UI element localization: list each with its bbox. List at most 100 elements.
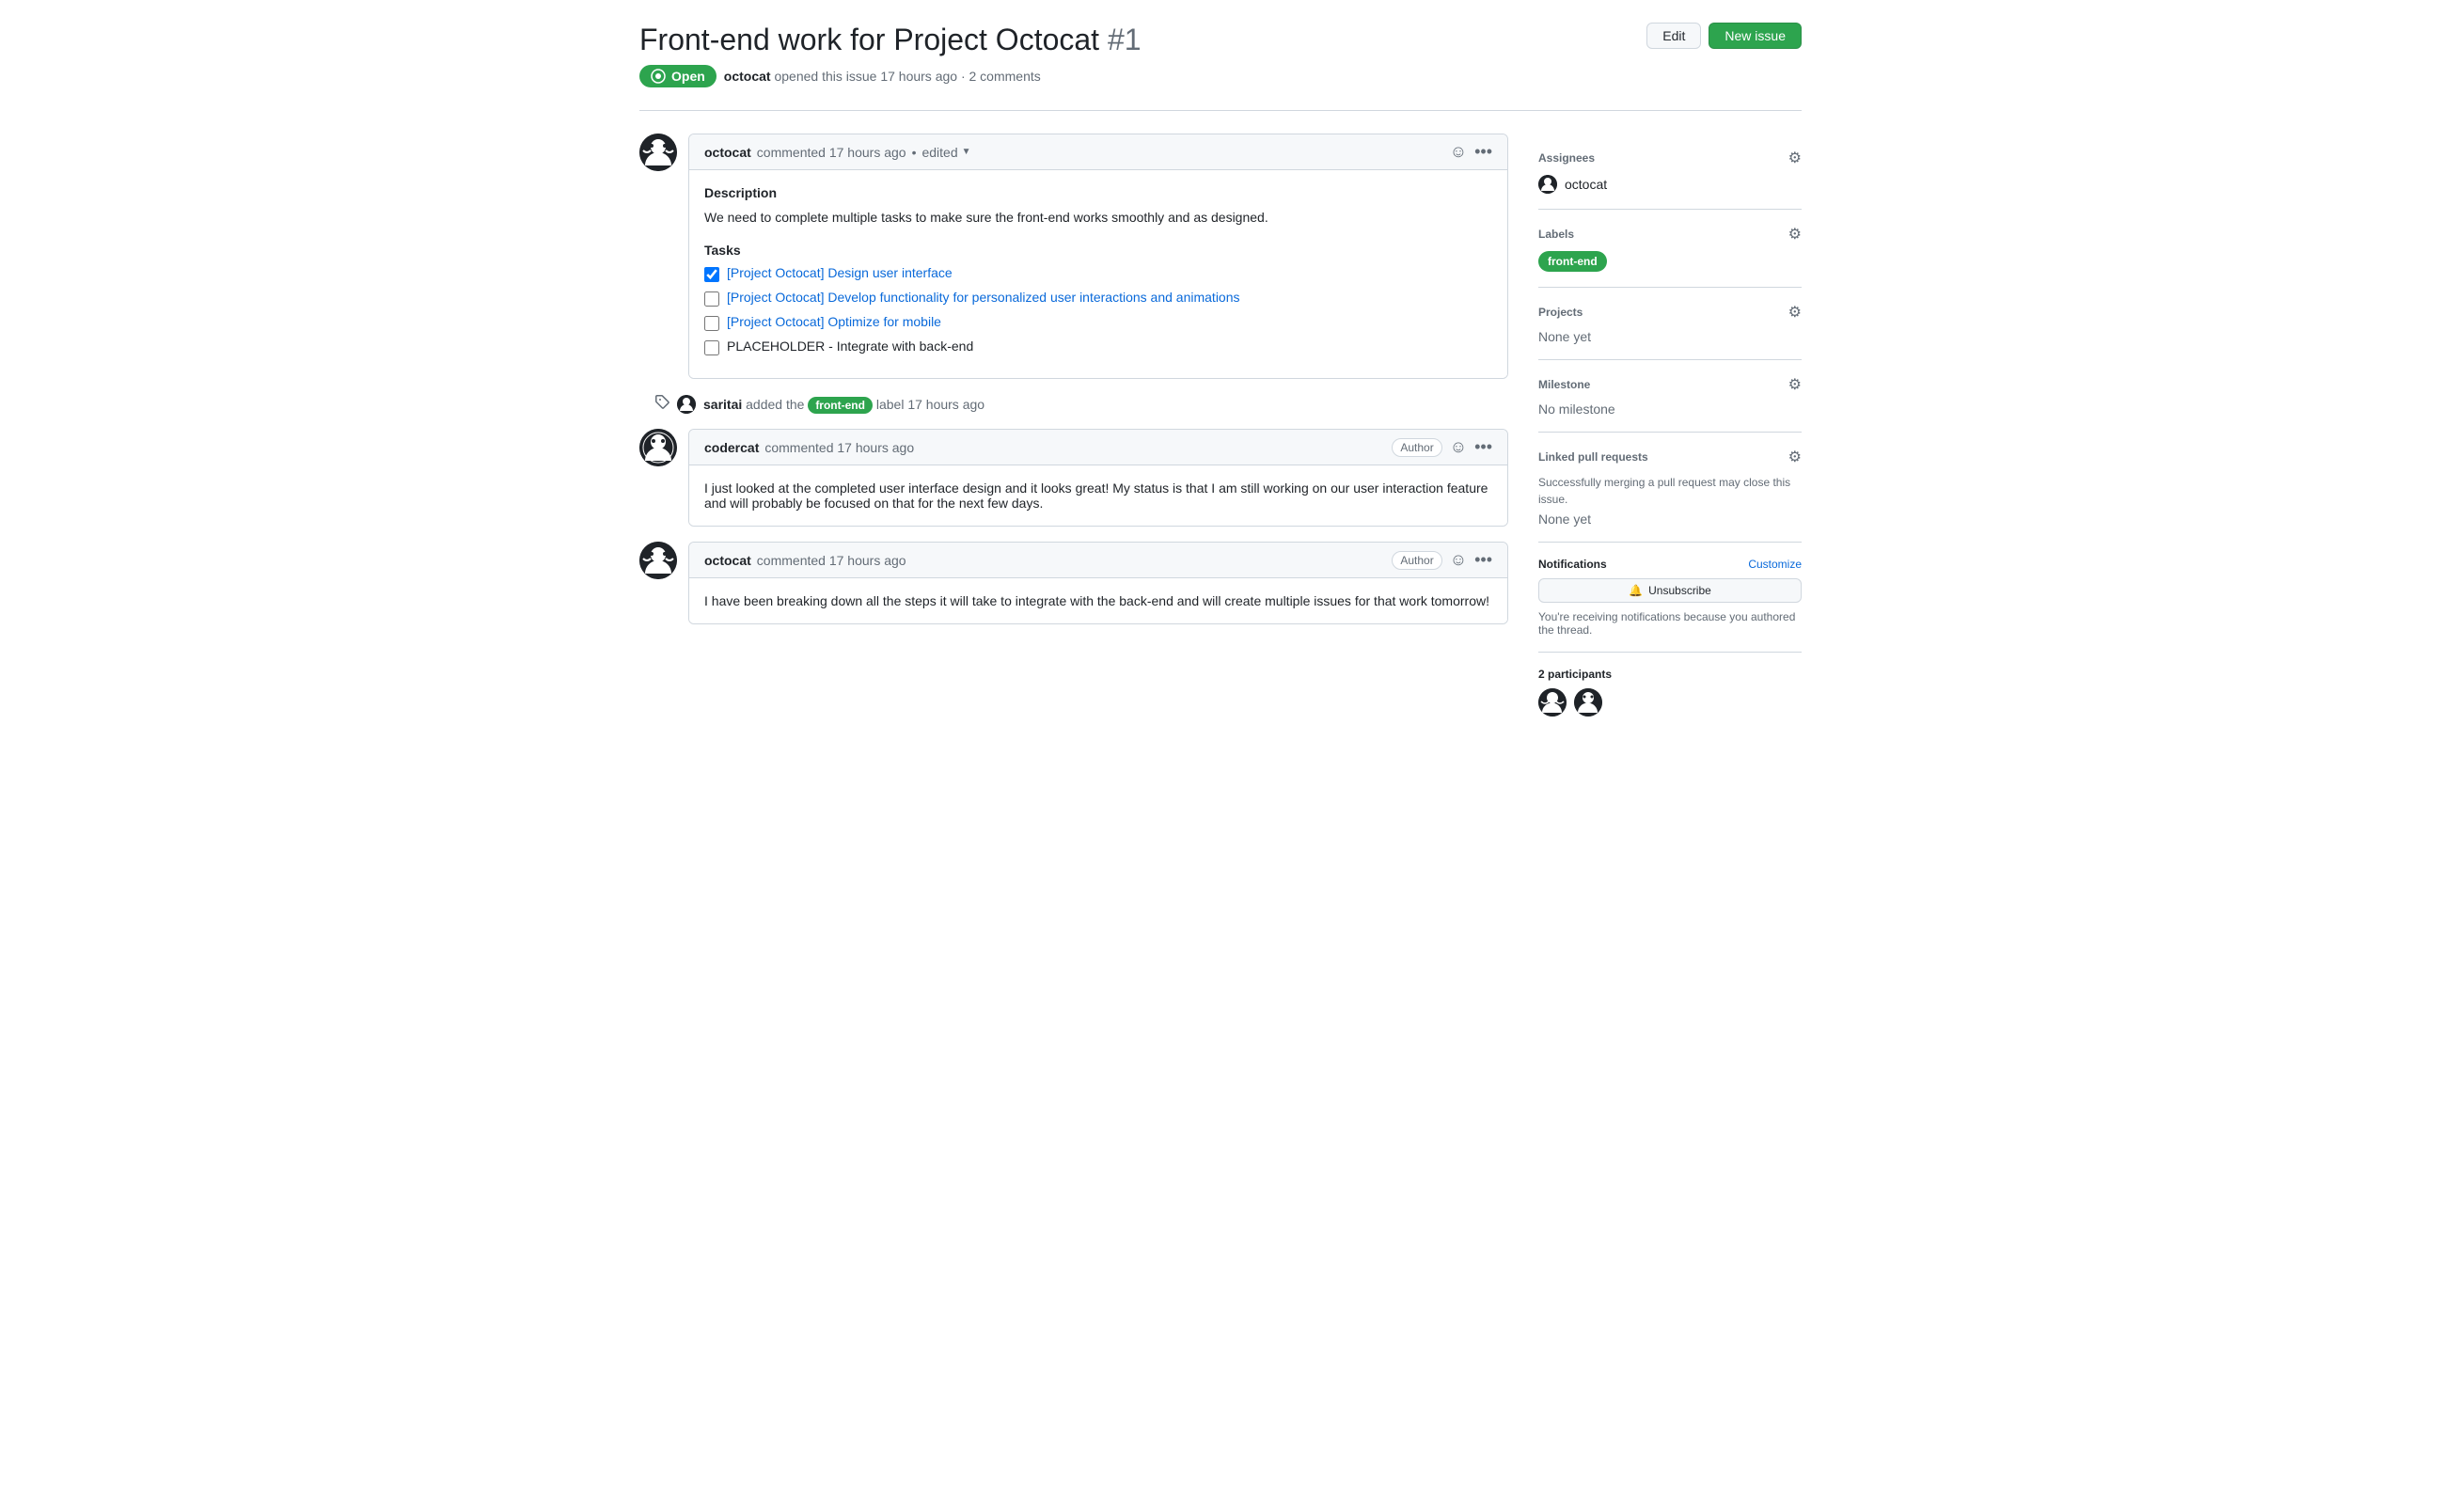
participant-avatar-2 (1574, 688, 1602, 717)
description-text: We need to complete multiple tasks to ma… (704, 208, 1492, 228)
comment-header-1: octocat commented 17 hours ago • edited … (689, 134, 1507, 170)
timeline-event: saritai added the front-end label 17 hou… (639, 394, 1508, 414)
linked-pr-value: None yet (1538, 512, 1591, 527)
linked-pr-title: Linked pull requests (1538, 450, 1648, 464)
emoji-button-2[interactable]: ☺ (1450, 437, 1467, 457)
customize-button[interactable]: Customize (1748, 558, 1802, 571)
projects-title: Projects (1538, 306, 1583, 319)
description-heading: Description (704, 185, 1492, 200)
comment-header-2: codercat commented 17 hours ago Author ☺… (689, 430, 1507, 465)
status-label: Open (671, 69, 705, 84)
more-options-button-3[interactable]: ••• (1474, 550, 1492, 570)
comment-header-left-2: codercat commented 17 hours ago (704, 440, 914, 455)
notifications-title: Notifications (1538, 558, 1607, 571)
more-options-button-2[interactable]: ••• (1474, 437, 1492, 457)
task-item-1: [Project Octocat] Design user interface (704, 265, 1492, 282)
milestone-gear-icon[interactable]: ⚙ (1788, 375, 1802, 394)
sidebar-assignees: Assignees ⚙ octocat (1538, 134, 1802, 210)
comment-author-2: codercat (704, 440, 759, 455)
comment-header-left-1: octocat commented 17 hours ago • edited … (704, 145, 971, 160)
task-item-2: [Project Octocat] Develop functionality … (704, 290, 1492, 307)
sidebar-milestone: Milestone ⚙ No milestone (1538, 360, 1802, 433)
emoji-button-1[interactable]: ☺ (1450, 142, 1467, 162)
task-checkbox-2[interactable] (704, 291, 719, 307)
comment-header-3: octocat commented 17 hours ago Author ☺ … (689, 543, 1507, 578)
comment-meta-2: commented 17 hours ago (764, 440, 914, 455)
task-checkbox-4[interactable] (704, 340, 719, 355)
comment-header-right-2: Author ☺ ••• (1392, 437, 1492, 457)
unsubscribe-label: Unsubscribe (1648, 584, 1711, 597)
sidebar-linked-prs: Linked pull requests ⚙ Successfully merg… (1538, 433, 1802, 543)
comment-body-2: I just looked at the completed user inte… (689, 465, 1507, 526)
status-badge: Open (639, 65, 717, 87)
bell-icon: 🔔 (1629, 584, 1643, 597)
comment-header-right-3: Author ☺ ••• (1392, 550, 1492, 570)
bullet-1: • (912, 145, 917, 160)
header-divider (639, 110, 1802, 111)
comment-box-2: codercat commented 17 hours ago Author ☺… (688, 429, 1508, 527)
task-checkbox-1[interactable] (704, 267, 719, 282)
comment-text-3: I have been breaking down all the steps … (704, 593, 1492, 608)
task-item-4: PLACEHOLDER - Integrate with back-end (704, 339, 1492, 355)
issue-author-name: octocat (724, 69, 771, 84)
task-link-1[interactable]: [Project Octocat] Design user interface (727, 265, 953, 280)
sidebar-milestone-header: Milestone ⚙ (1538, 375, 1802, 394)
main-content: octocat commented 17 hours ago • edited … (639, 134, 1508, 732)
chevron-down-icon: ▼ (962, 147, 971, 157)
issue-title-text: Front-end work for Project Octocat (639, 23, 1099, 56)
comment-header-left-3: octocat commented 17 hours ago (704, 553, 906, 568)
sidebar-linked-prs-header: Linked pull requests ⚙ (1538, 448, 1802, 466)
labels-gear-icon[interactable]: ⚙ (1788, 225, 1802, 244)
header-buttons: Edit New issue (1646, 23, 1802, 49)
task-link-3[interactable]: [Project Octocat] Optimize for mobile (727, 314, 941, 329)
emoji-button-3[interactable]: ☺ (1450, 550, 1467, 570)
sidebar-labels-header: Labels ⚙ (1538, 225, 1802, 244)
task-plain-4: PLACEHOLDER - Integrate with back-end (727, 339, 973, 354)
sidebar-participants: 2 participants (1538, 653, 1802, 732)
milestone-title: Milestone (1538, 378, 1590, 391)
linked-pr-gear-icon[interactable]: ⚙ (1788, 448, 1802, 466)
participants-title: 2 participants (1538, 668, 1802, 681)
notification-desc: You're receiving notifications because y… (1538, 610, 1802, 637)
task-checkbox-3[interactable] (704, 316, 719, 331)
tasks-heading: Tasks (704, 243, 1492, 258)
issue-number: #1 (1108, 23, 1142, 56)
milestone-value: No milestone (1538, 402, 1615, 417)
task-link-2[interactable]: [Project Octocat] Develop functionality … (727, 290, 1240, 305)
comment-wrapper-1: octocat commented 17 hours ago • edited … (639, 134, 1508, 379)
sidebar-assignee-item: octocat (1538, 175, 1802, 194)
avatar-codercat (639, 429, 677, 466)
author-badge-2: Author (1392, 438, 1441, 457)
task-list: [Project Octocat] Design user interface … (704, 265, 1492, 355)
label-icon (654, 394, 669, 414)
sidebar-label-badge: front-end (1538, 251, 1607, 272)
labels-title: Labels (1538, 228, 1574, 241)
avatar-octocat-3 (639, 542, 677, 579)
assignee-name: octocat (1565, 177, 1607, 192)
linked-pr-desc: Successfully merging a pull request may … (1538, 474, 1802, 508)
sidebar-notifications: Notifications Customize 🔔 Unsubscribe Yo… (1538, 543, 1802, 653)
issue-meta: Open octocat opened this issue 17 hours … (639, 65, 1802, 87)
more-options-button-1[interactable]: ••• (1474, 142, 1492, 162)
content-layout: octocat commented 17 hours ago • edited … (639, 134, 1802, 732)
edited-badge[interactable]: edited ▼ (921, 145, 970, 160)
comment-body-1: Description We need to complete multiple… (689, 170, 1507, 378)
assignees-gear-icon[interactable]: ⚙ (1788, 149, 1802, 167)
open-circle-icon (651, 69, 666, 84)
comment-wrapper-3: octocat commented 17 hours ago Author ☺ … (639, 542, 1508, 624)
comment-header-right-1: ☺ ••• (1450, 142, 1492, 162)
timeline-avatar-saritai (677, 395, 696, 414)
comment-author-1: octocat (704, 145, 751, 160)
projects-gear-icon[interactable]: ⚙ (1788, 303, 1802, 322)
task-item-3: [Project Octocat] Optimize for mobile (704, 314, 1492, 331)
unsubscribe-button[interactable]: 🔔 Unsubscribe (1538, 578, 1802, 603)
comment-author-3: octocat (704, 553, 751, 568)
edit-button[interactable]: Edit (1646, 23, 1701, 49)
comment-box-3: octocat commented 17 hours ago Author ☺ … (688, 542, 1508, 624)
timeline-user: saritai (703, 397, 742, 412)
sidebar-assignees-header: Assignees ⚙ (1538, 149, 1802, 167)
sidebar-labels: Labels ⚙ front-end (1538, 210, 1802, 288)
comment-text-2: I just looked at the completed user inte… (704, 480, 1492, 511)
projects-value: None yet (1538, 329, 1591, 344)
new-issue-button[interactable]: New issue (1709, 23, 1802, 49)
